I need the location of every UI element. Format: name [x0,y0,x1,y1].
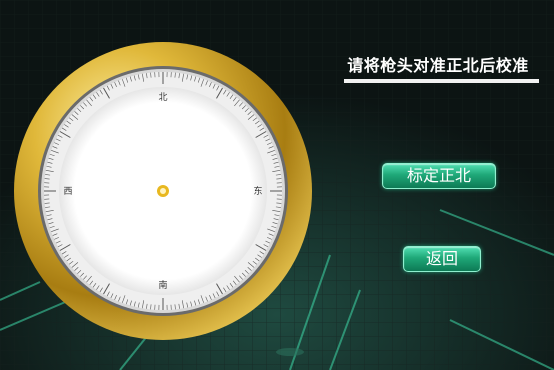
south-label: 南 [158,279,167,291]
west-label: 西 [63,186,72,197]
compass-dial: 北 南 东 西 [14,42,312,340]
back-button[interactable]: 返回 [403,246,481,272]
instruction-text: 请将枪头对准正北后校准 [347,56,529,75]
calibrate-north-button[interactable]: 标定正北 [382,163,496,189]
east-label: 东 [253,185,262,197]
instruction-underline [344,79,539,83]
north-label: 北 [158,92,167,103]
